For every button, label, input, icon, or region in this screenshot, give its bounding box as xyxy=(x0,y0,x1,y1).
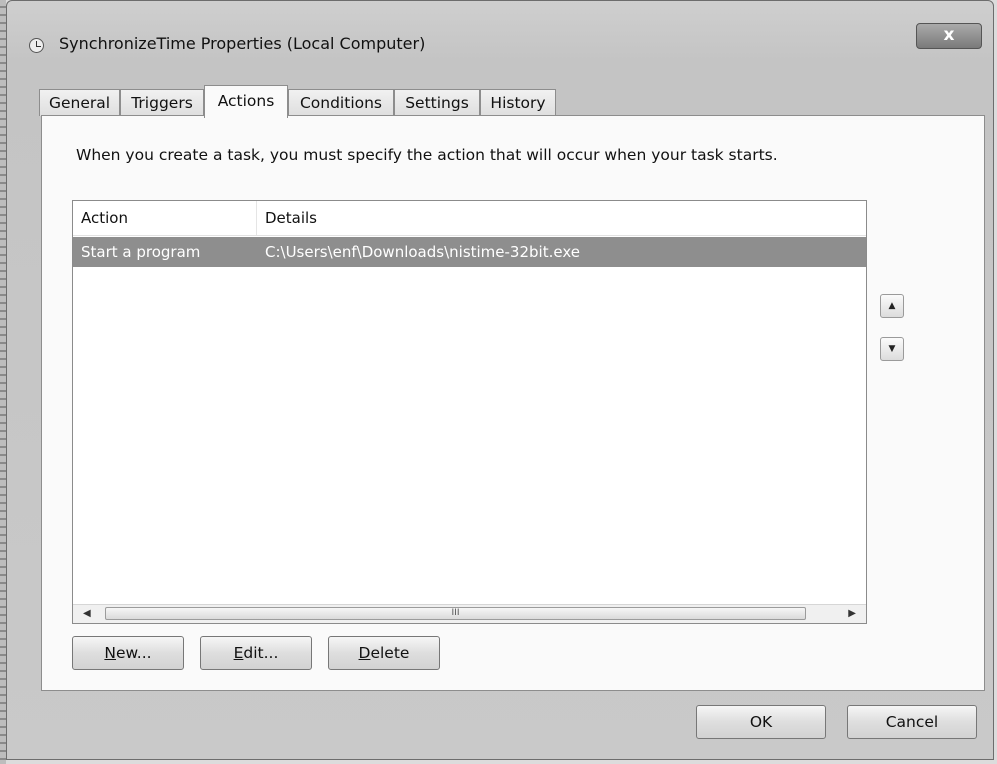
edit-label: dit... xyxy=(243,644,279,662)
list-header: Action Details xyxy=(73,201,866,236)
row-action-cell: Start a program xyxy=(81,243,201,261)
edit-button[interactable]: Edit... xyxy=(200,636,312,670)
delete-label: elete xyxy=(370,644,410,662)
tab-general[interactable]: General xyxy=(39,89,120,116)
new-label: ew... xyxy=(116,644,152,662)
tab-triggers[interactable]: Triggers xyxy=(120,89,204,116)
window-title: SynchronizeTime Properties (Local Comput… xyxy=(59,34,426,53)
edit-mnemonic: E xyxy=(233,644,244,662)
table-row[interactable]: Start a program C:\Users\enf\Downloads\n… xyxy=(73,237,866,267)
cancel-button[interactable]: Cancel xyxy=(847,705,977,739)
actions-description: When you create a task, you must specify… xyxy=(76,146,778,164)
delete-mnemonic: D xyxy=(358,644,371,662)
new-button[interactable]: New... xyxy=(72,636,184,670)
clock-icon xyxy=(29,38,44,53)
chevron-up-icon: ▲ xyxy=(888,301,896,311)
new-mnemonic: N xyxy=(104,644,117,662)
chevron-down-icon: ▼ xyxy=(888,344,896,354)
title-bar[interactable]: SynchronizeTime Properties (Local Comput… xyxy=(7,1,993,77)
row-details-cell: C:\Users\enf\Downloads\nistime-32bit.exe xyxy=(265,243,580,261)
column-divider[interactable] xyxy=(256,201,257,235)
properties-dialog: SynchronizeTime Properties (Local Comput… xyxy=(6,0,994,760)
tab-settings[interactable]: Settings xyxy=(394,89,480,116)
actions-panel: When you create a task, you must specify… xyxy=(41,115,985,691)
move-up-button[interactable]: ▲ xyxy=(880,294,904,318)
close-button[interactable]: x xyxy=(916,23,982,49)
scroll-right-icon[interactable]: ▶ xyxy=(848,608,856,619)
tab-conditions[interactable]: Conditions xyxy=(288,89,394,116)
move-down-button[interactable]: ▼ xyxy=(880,337,904,361)
scroll-left-icon[interactable]: ◀ xyxy=(83,608,91,619)
tab-actions[interactable]: Actions xyxy=(204,85,288,118)
ok-button[interactable]: OK xyxy=(696,705,826,739)
tab-history[interactable]: History xyxy=(480,89,556,116)
scrollbar-thumb[interactable]: III xyxy=(105,607,806,620)
delete-button[interactable]: Delete xyxy=(328,636,440,670)
horizontal-scrollbar[interactable]: ◀ III ▶ xyxy=(73,604,866,623)
column-header-action[interactable]: Action xyxy=(81,209,128,227)
column-header-details[interactable]: Details xyxy=(265,209,317,227)
actions-list[interactable]: Action Details Start a program C:\Users\… xyxy=(72,200,867,624)
